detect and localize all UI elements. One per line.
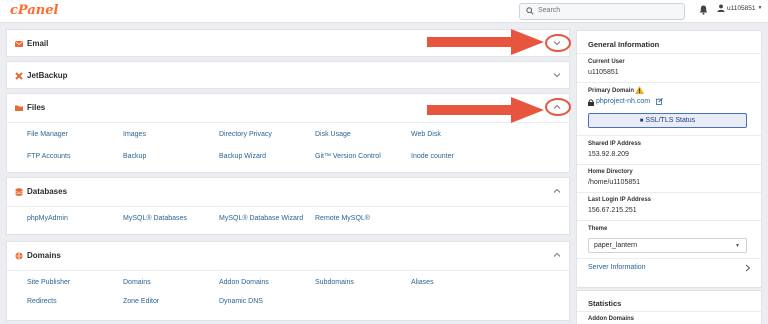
lock-icon: ■ xyxy=(639,118,644,124)
ssl-tls-status-button[interactable]: ■ SSL/TLS Status xyxy=(588,113,747,128)
primary-domain-label: Primary Domain xyxy=(588,88,635,94)
link-dynamic-dns[interactable]: Dynamic DNS xyxy=(219,298,263,305)
divider xyxy=(7,270,569,271)
link-inode-counter[interactable]: Inode counter xyxy=(411,153,454,160)
link-subdomains[interactable]: Subdomains xyxy=(315,279,354,286)
last-login-ip-value: 156.67.215.251 xyxy=(588,207,637,214)
cpanel-logo[interactable]: cPanel xyxy=(10,3,58,18)
primary-domain-link[interactable]: phproject-nh.com xyxy=(596,98,650,105)
jetbackup-panel-header[interactable]: JetBackup xyxy=(7,62,569,90)
theme-select[interactable]: paper_lantern ▼ xyxy=(588,238,747,253)
annotation-circle xyxy=(545,34,571,52)
chevron-down-icon[interactable] xyxy=(553,72,561,78)
domains-panel: Domains Site Publisher Domains Addon Dom… xyxy=(6,241,570,321)
link-mysql-database-wizard[interactable]: MySQL® Database Wizard xyxy=(219,215,303,222)
link-redirects[interactable]: Redirects xyxy=(27,298,57,305)
divider xyxy=(577,53,761,54)
general-information-panel: General Information Current User u110585… xyxy=(576,30,762,288)
link-ftp-accounts[interactable]: FTP Accounts xyxy=(27,153,70,160)
edit-icon[interactable] xyxy=(656,98,663,105)
databases-panel-title: Databases xyxy=(27,187,68,196)
link-mysql-databases[interactable]: MySQL® Databases xyxy=(123,215,187,222)
envelope-icon xyxy=(15,41,23,47)
statistics-title: Statistics xyxy=(588,299,622,308)
chevron-up-icon[interactable] xyxy=(553,188,561,194)
addon-domains-label: Addon Domains xyxy=(588,316,634,322)
home-directory-value: /home/u1105851 xyxy=(588,179,641,186)
link-domains[interactable]: Domains xyxy=(123,279,151,286)
annotation-arrow-icon xyxy=(427,97,544,123)
link-zone-editor[interactable]: Zone Editor xyxy=(123,298,159,305)
link-site-publisher[interactable]: Site Publisher xyxy=(27,279,70,286)
link-remote-mysql[interactable]: Remote MySQL® xyxy=(315,215,370,222)
link-aliases[interactable]: Aliases xyxy=(411,279,434,286)
databases-panel-header[interactable]: Databases xyxy=(7,178,569,206)
general-information-title: General Information xyxy=(588,40,660,49)
caret-down-icon: ▼ xyxy=(757,5,763,11)
search-placeholder: Search xyxy=(538,7,561,14)
user-menu[interactable]: u1105851 ▼ xyxy=(717,4,762,12)
search-input[interactable]: Search xyxy=(519,3,685,20)
link-disk-usage[interactable]: Disk Usage xyxy=(315,131,351,138)
annotation-circle xyxy=(545,98,571,116)
globe-icon xyxy=(15,252,23,260)
chevron-up-icon[interactable] xyxy=(553,252,561,258)
domains-panel-header[interactable]: Domains xyxy=(7,242,569,270)
server-information-link[interactable]: Server Information xyxy=(588,264,646,271)
databases-panel: Databases phpMyAdmin MySQL® Databases My… xyxy=(6,177,570,235)
jetbackup-panel-title: JetBackup xyxy=(27,71,68,80)
link-git-version-control[interactable]: Git™ Version Control xyxy=(315,153,381,160)
divider xyxy=(577,135,761,136)
current-user-label: Current User xyxy=(588,59,625,65)
shared-ip-label: Shared IP Address xyxy=(588,141,642,147)
last-login-ip-label: Last Login IP Address xyxy=(588,197,652,203)
divider xyxy=(577,258,761,259)
user-icon xyxy=(717,4,725,12)
search-icon xyxy=(526,7,534,15)
divider xyxy=(577,164,761,165)
username-label: u1105851 xyxy=(727,4,756,12)
link-backup[interactable]: Backup xyxy=(123,153,146,160)
bell-icon[interactable] xyxy=(699,5,708,15)
jetbackup-panel: JetBackup xyxy=(6,61,570,89)
lock-icon xyxy=(588,99,594,106)
caret-down-icon: ▼ xyxy=(735,243,740,249)
annotation-arrow-icon xyxy=(427,29,544,55)
shared-ip-value: 153.92.8.209 xyxy=(588,151,629,158)
divider xyxy=(577,192,761,193)
divider xyxy=(577,82,761,83)
link-file-manager[interactable]: File Manager xyxy=(27,131,68,138)
jetbackup-icon xyxy=(15,72,23,80)
link-addon-domains[interactable]: Addon Domains xyxy=(219,279,269,286)
top-bar: cPanel Search u1105851 ▼ xyxy=(0,0,768,23)
chevron-right-icon[interactable] xyxy=(745,264,751,272)
divider xyxy=(577,311,761,312)
email-panel-title: Email xyxy=(27,39,49,48)
warning-icon xyxy=(635,86,644,94)
current-user-value: u1105851 xyxy=(588,69,619,76)
link-phpmyadmin[interactable]: phpMyAdmin xyxy=(27,215,68,222)
link-web-disk[interactable]: Web Disk xyxy=(411,131,441,138)
link-backup-wizard[interactable]: Backup Wizard xyxy=(219,153,266,160)
folder-icon xyxy=(15,105,23,111)
theme-select-value: paper_lantern xyxy=(594,242,638,249)
divider xyxy=(7,206,569,207)
link-directory-privacy[interactable]: Directory Privacy xyxy=(219,131,272,138)
divider xyxy=(577,220,761,221)
domains-panel-title: Domains xyxy=(27,251,61,260)
theme-label: Theme xyxy=(588,226,608,232)
files-panel-title: Files xyxy=(27,103,46,112)
ssl-tls-status-label: SSL/TLS Status xyxy=(645,117,696,124)
home-directory-label: Home Directory xyxy=(588,169,633,175)
statistics-panel: Statistics Addon Domains xyxy=(576,290,762,324)
link-images[interactable]: Images xyxy=(123,131,146,138)
database-icon xyxy=(15,188,23,196)
